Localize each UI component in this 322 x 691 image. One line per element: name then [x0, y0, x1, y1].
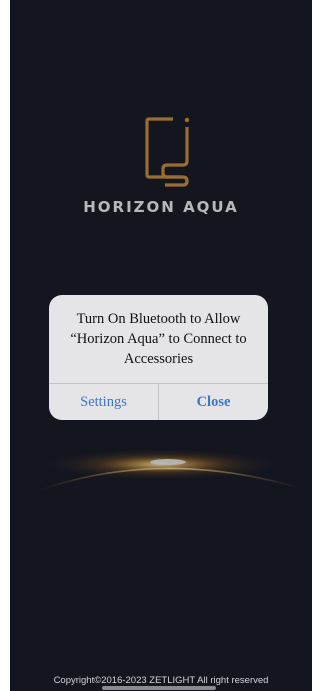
- close-button[interactable]: Close: [159, 384, 268, 420]
- home-indicator[interactable]: [102, 686, 216, 690]
- copyright-text: Copyright©2016-2023 ZETLIGHT All right r…: [53, 675, 269, 686]
- bluetooth-alert-dialog: Turn On Bluetooth to Allow “Horizon Aqua…: [49, 295, 268, 420]
- alert-title: Turn On Bluetooth to Allow “Horizon Aqua…: [70, 311, 247, 367]
- settings-button[interactable]: Settings: [49, 384, 158, 420]
